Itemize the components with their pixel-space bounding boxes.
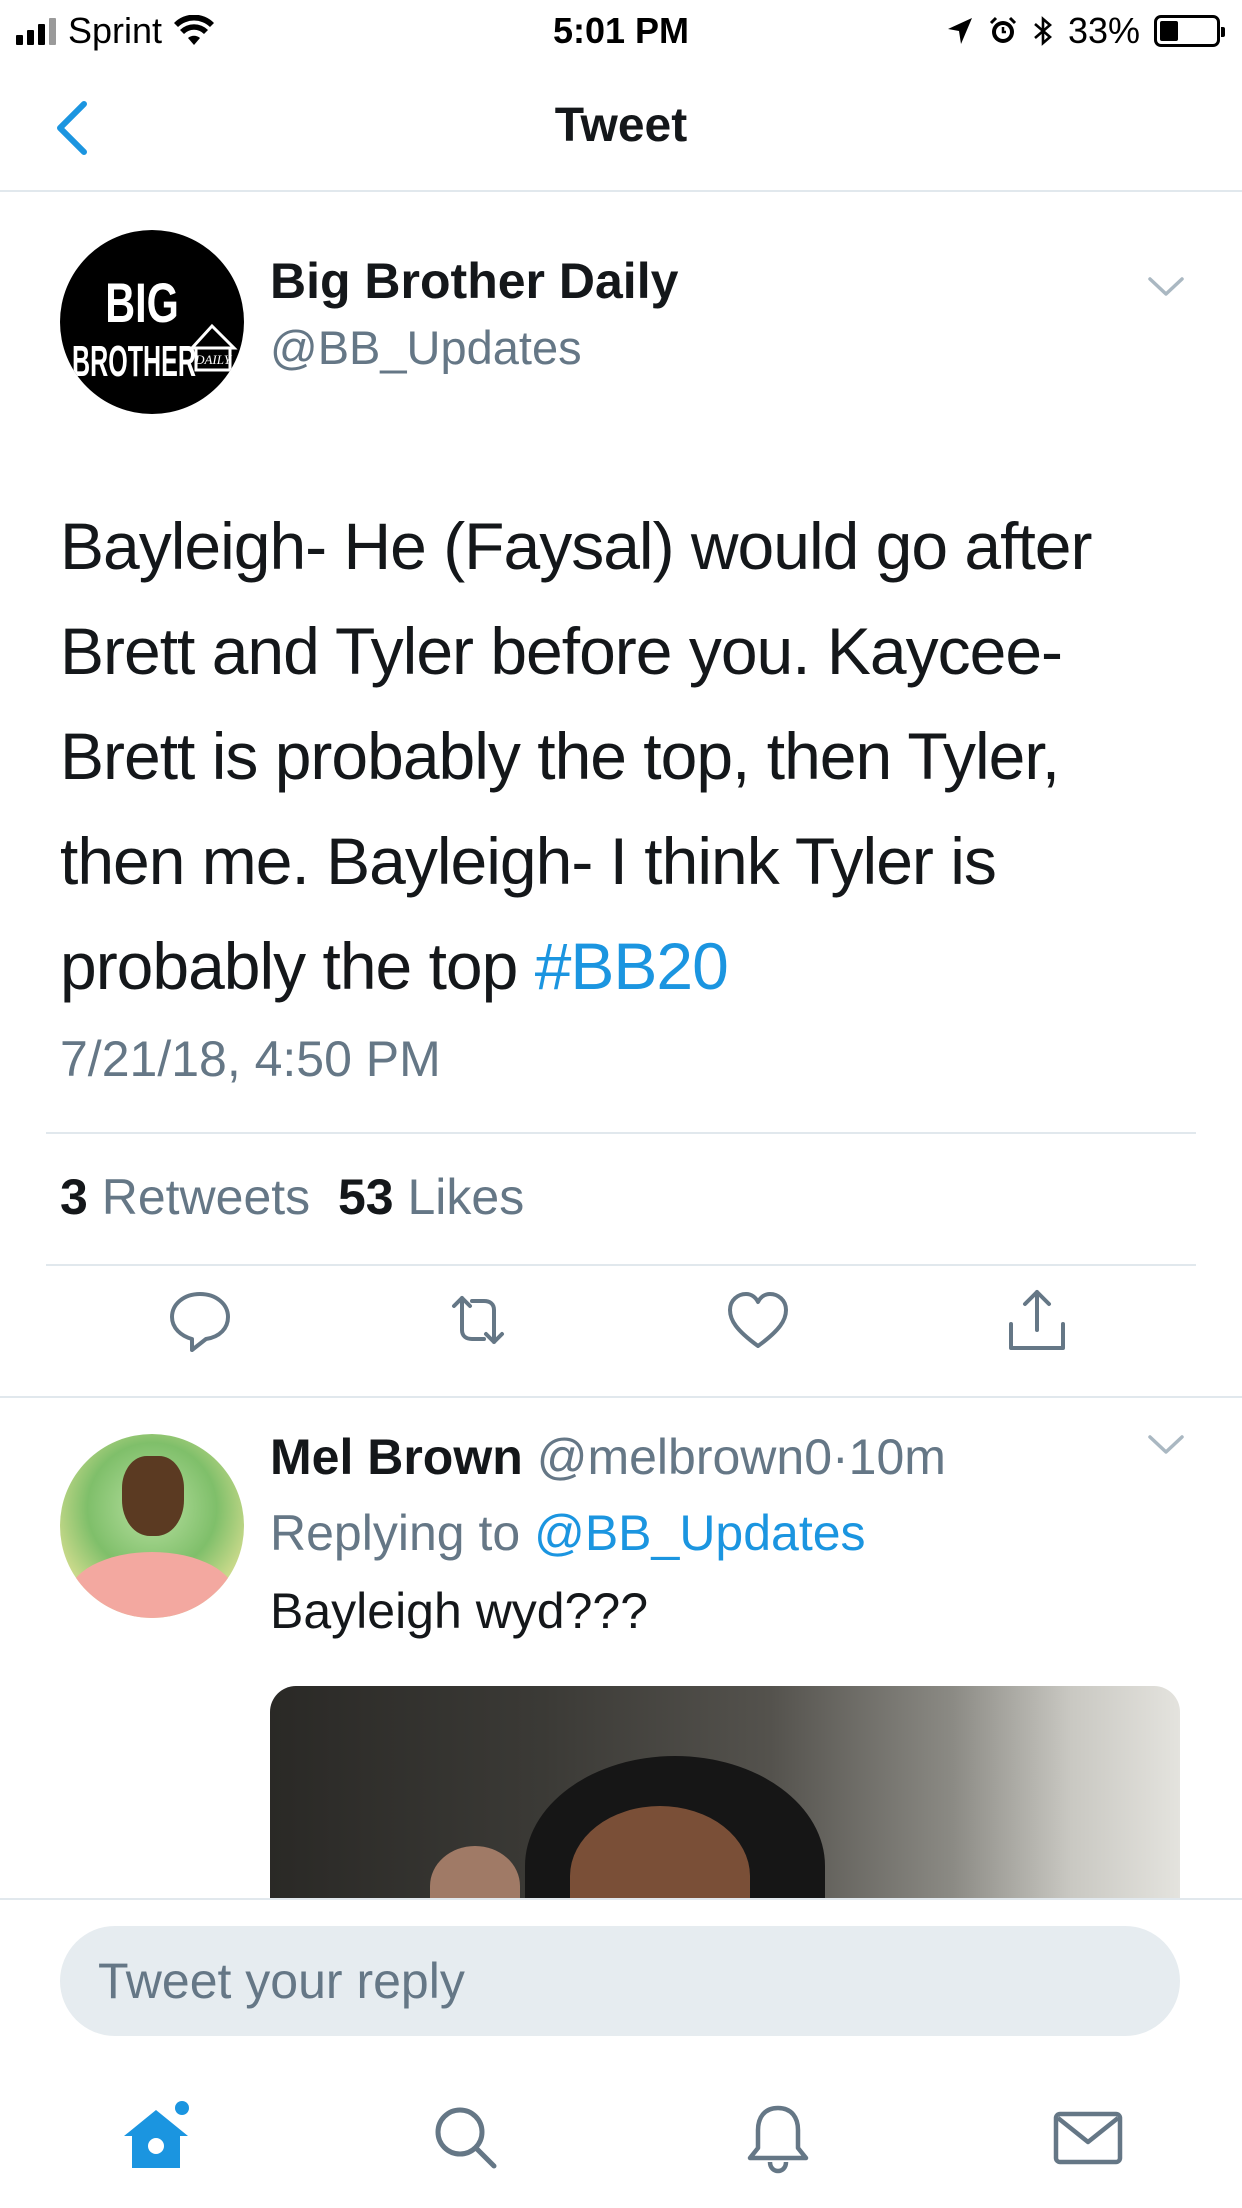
- mail-icon[interactable]: [1050, 2100, 1126, 2176]
- search-icon[interactable]: [428, 2100, 504, 2176]
- reply-text: Bayleigh wyd???: [270, 1583, 649, 1639]
- reply-age: 10m: [848, 1429, 946, 1485]
- status-bar: Sprint 5:01 PM 33%: [0, 0, 1242, 62]
- retweet-icon[interactable]: [442, 1284, 514, 1356]
- tweet-actions: [0, 1284, 1242, 1384]
- reply-input[interactable]: [60, 1926, 1180, 2036]
- svg-text:BROTHER: BROTHER: [72, 337, 196, 386]
- battery-percentage: 33%: [1067, 10, 1140, 51]
- alarm-icon: [989, 16, 1016, 43]
- big-brother-daily-logo: BIG BROTHER DAILY: [72, 273, 238, 386]
- reply-author-name[interactable]: Mel Brown: [270, 1429, 523, 1485]
- bell-icon[interactable]: [740, 2100, 816, 2176]
- reply-author-handle[interactable]: @melbrown0: [537, 1429, 832, 1485]
- navigation-bar: Tweet: [0, 62, 1242, 192]
- heart-icon[interactable]: [722, 1284, 794, 1356]
- location-arrow-icon: [947, 18, 972, 44]
- section-divider: [0, 1396, 1242, 1398]
- reply-composer: [0, 1898, 1242, 2058]
- chevron-down-icon[interactable]: [1146, 274, 1186, 300]
- reply-author-avatar[interactable]: [60, 1434, 244, 1618]
- tab-bar: [0, 2058, 1242, 2208]
- share-icon[interactable]: [1001, 1284, 1073, 1356]
- comment-icon[interactable]: [164, 1284, 236, 1356]
- author-handle[interactable]: @BB_Updates: [270, 320, 582, 375]
- likes-stat[interactable]: 53 Likes: [338, 1169, 524, 1225]
- bluetooth-icon: [1034, 16, 1052, 46]
- home-icon[interactable]: [118, 2100, 194, 2176]
- chevron-down-icon[interactable]: [1146, 1432, 1186, 1458]
- battery-icon: [1154, 15, 1225, 47]
- reply-media-image[interactable]: [270, 1686, 1180, 1898]
- svg-text:DAILY: DAILY: [194, 352, 233, 367]
- engagement-stats: 3 Retweets 53 Likes: [60, 1168, 524, 1226]
- tweet-text: Bayleigh- He (Faysal) would go after Bre…: [60, 494, 1190, 1019]
- divider: [46, 1264, 1196, 1266]
- replying-to: Replying to @BB_Updates: [270, 1505, 866, 1561]
- tweet-timestamp: 7/21/18, 4:50 PM: [60, 1031, 441, 1087]
- author-avatar[interactable]: BIG BROTHER DAILY: [60, 230, 244, 414]
- svg-text:BIG: BIG: [105, 273, 179, 334]
- divider: [46, 1132, 1196, 1134]
- hashtag-link[interactable]: #BB20: [535, 929, 729, 1003]
- page-title: Tweet: [554, 99, 688, 152]
- mention-link[interactable]: @BB_Updates: [534, 1505, 866, 1561]
- dot-separator: ·: [832, 1429, 849, 1485]
- retweets-stat[interactable]: 3 Retweets: [60, 1169, 310, 1225]
- reply-header: Mel Brown @melbrown0·10m: [270, 1428, 946, 1486]
- author-name[interactable]: Big Brother Daily: [270, 252, 678, 310]
